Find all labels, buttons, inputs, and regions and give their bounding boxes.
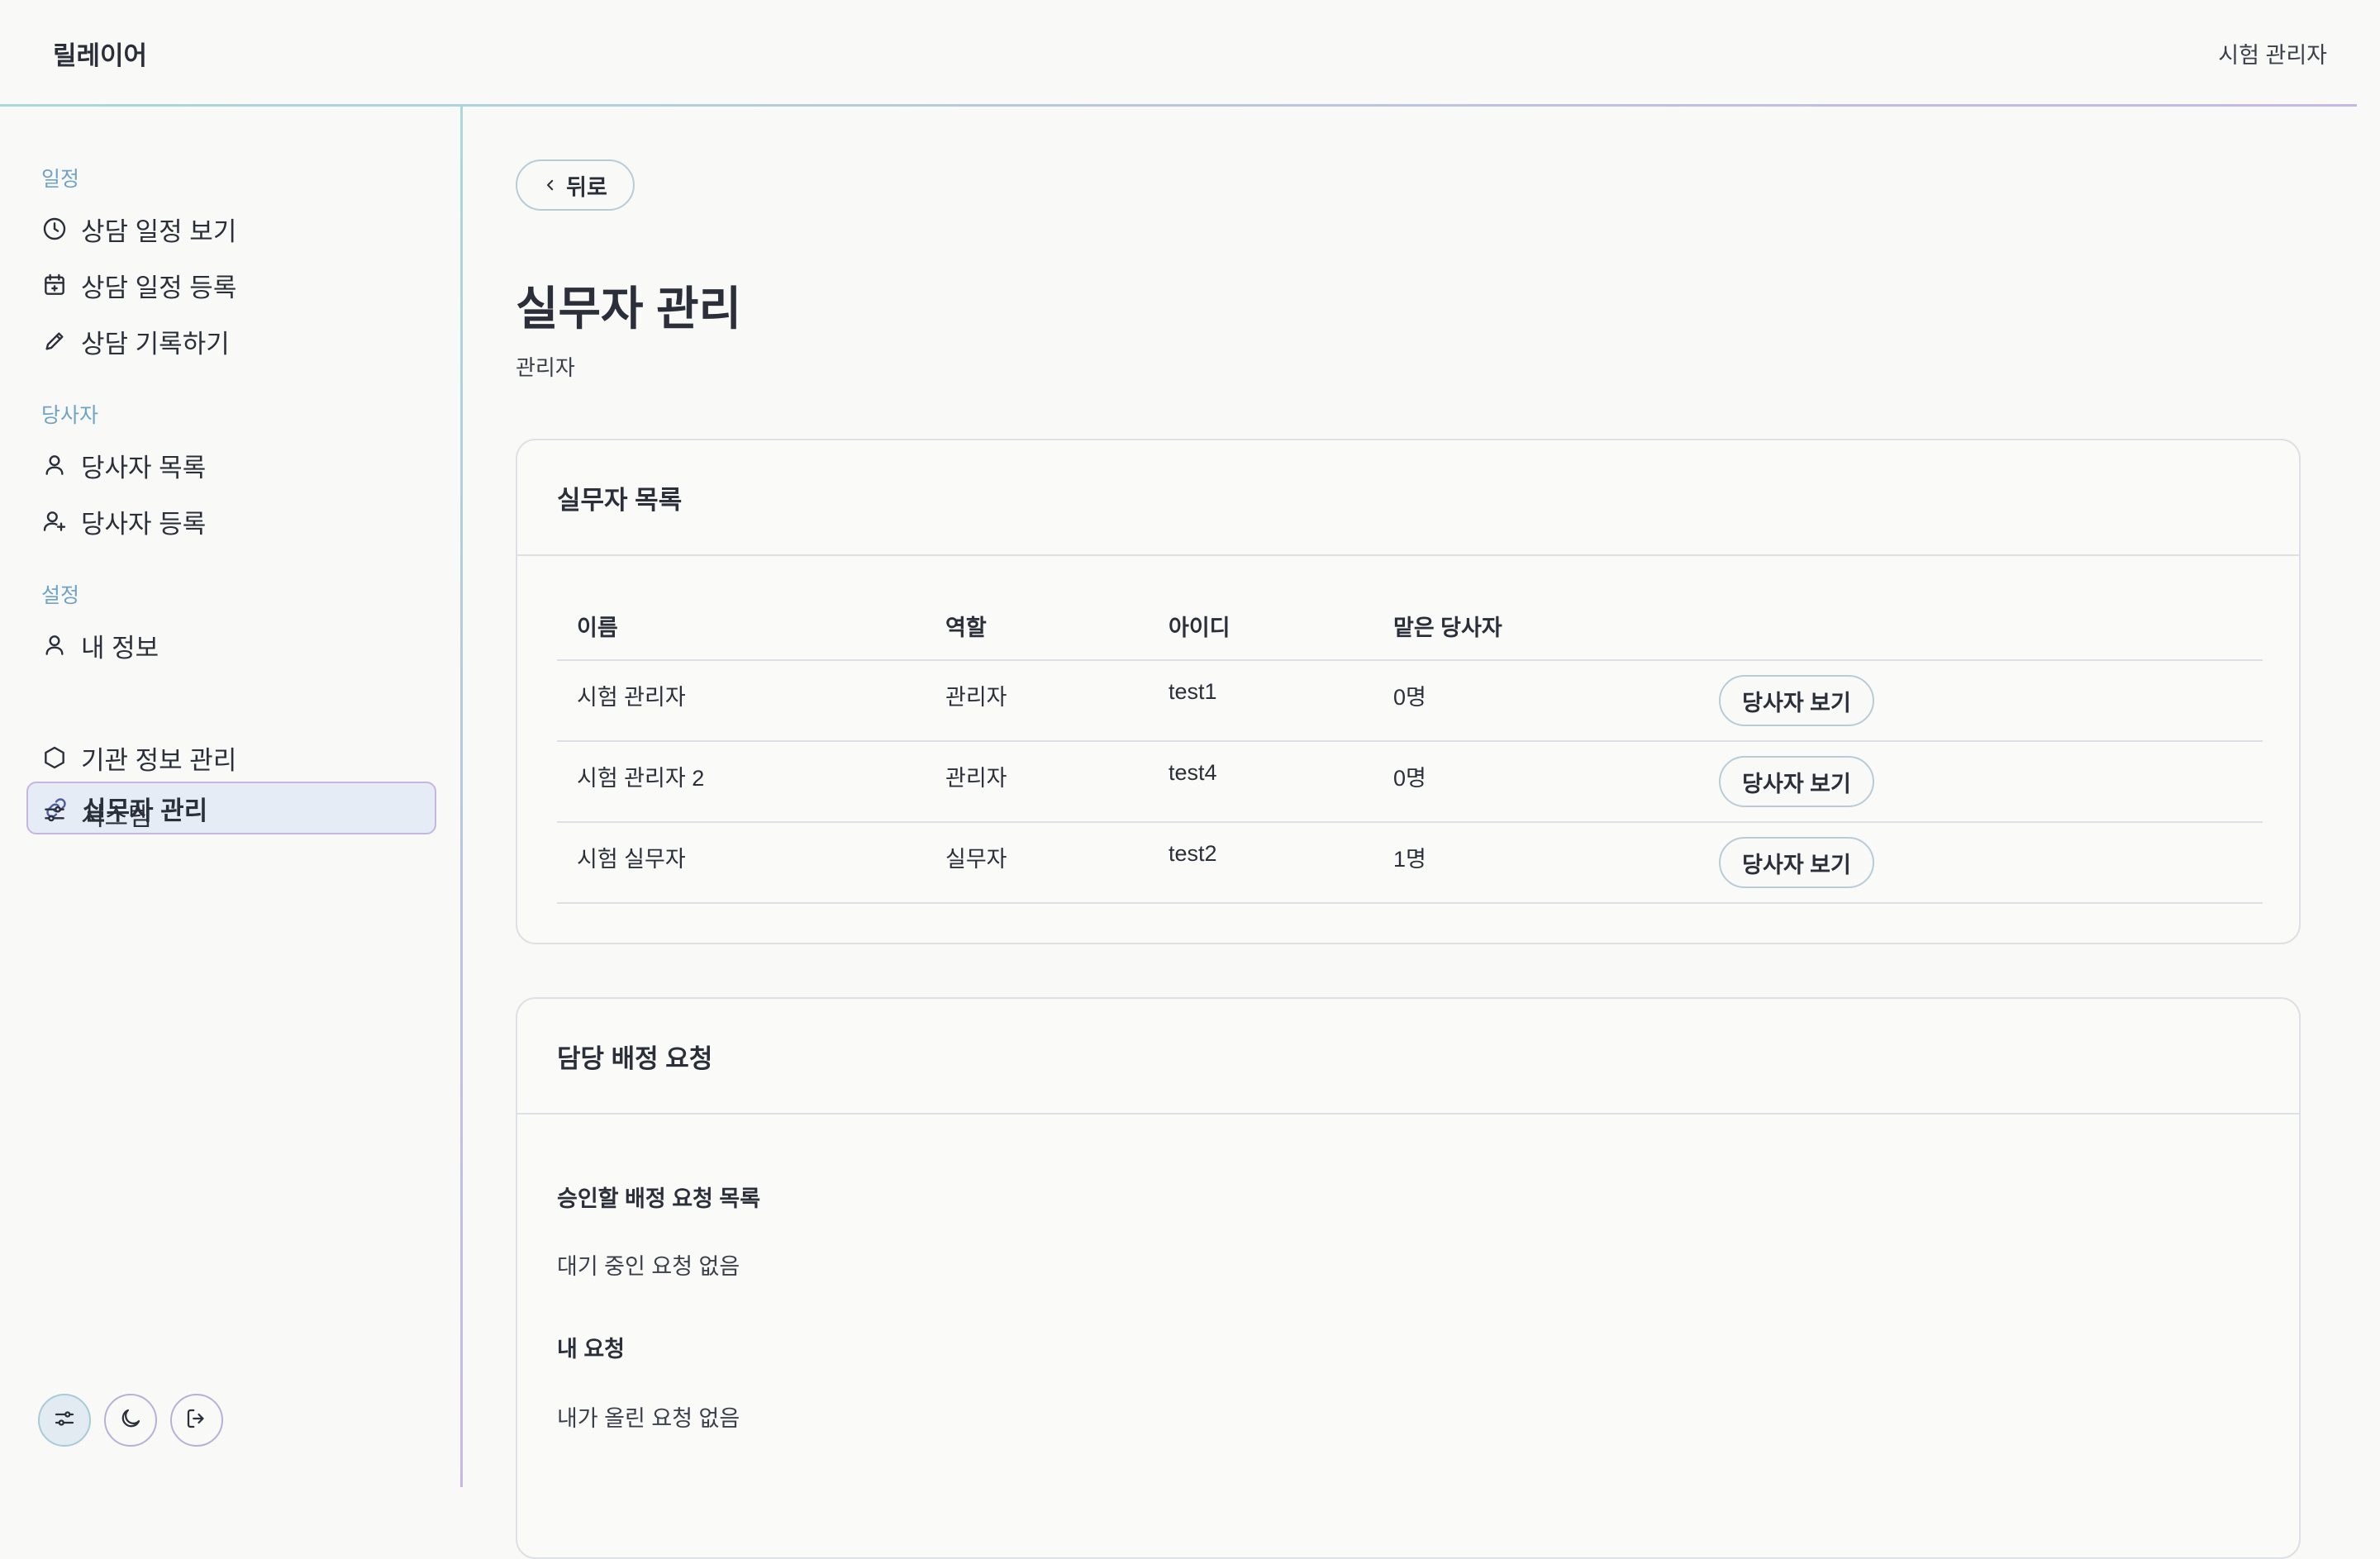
sidebar-section-title-clients: 당사자 xyxy=(41,404,99,427)
cell-name: 시험 관리자 2 xyxy=(557,741,926,823)
column-header-id: 아이디 xyxy=(1149,592,1373,661)
sidebar-item-view-schedule[interactable]: 상담 일정 보기 xyxy=(26,202,436,255)
cell-clients: 0명 xyxy=(1373,741,1699,823)
hexagon-icon xyxy=(41,744,68,771)
dark-mode-button[interactable] xyxy=(104,1394,157,1447)
clock-icon xyxy=(41,216,68,242)
card-title: 담당 배정 요청 xyxy=(517,999,2299,1115)
sidebar-item-write-record[interactable]: 상담 기록하기 xyxy=(26,315,436,368)
cell-action: 당사자 보기 xyxy=(1699,741,2263,823)
logout-button[interactable] xyxy=(170,1394,223,1447)
cell-role: 실무자 xyxy=(926,822,1149,904)
sidebar-item-org-info[interactable]: 기관 정보 관리 xyxy=(26,731,436,784)
sidebar-item-label: 당사자 목록 xyxy=(81,453,207,482)
table-row: 시험 관리자 관리자 test1 0명 당사자 보기 xyxy=(557,660,2263,742)
user-plus-icon xyxy=(41,508,68,535)
cell-clients: 1명 xyxy=(1373,822,1699,904)
view-clients-button[interactable]: 당사자 보기 xyxy=(1719,837,1874,888)
column-header-clients: 맡은 당사자 xyxy=(1373,592,1699,661)
sidebar-item-label: 내 정보 xyxy=(81,633,159,663)
cell-name: 시험 실무자 xyxy=(557,822,926,904)
pencil-icon xyxy=(41,328,68,354)
logout-icon xyxy=(184,1406,209,1435)
cell-id: test1 xyxy=(1149,660,1373,742)
column-header-actions xyxy=(1699,592,2263,661)
cell-clients: 0명 xyxy=(1373,660,1699,742)
sidebar-item-client-register[interactable]: 당사자 등록 xyxy=(26,495,436,548)
sidebar-item-add-schedule[interactable]: 상담 일정 등록 xyxy=(26,259,436,311)
moon-icon xyxy=(118,1406,143,1435)
cell-name: 시험 관리자 xyxy=(557,660,926,742)
my-requests-empty: 내가 올린 요청 없음 xyxy=(557,1406,740,1431)
sidebar-item-label: 상담 일정 등록 xyxy=(81,273,237,302)
sidebar-item-label: 상담 기록하기 xyxy=(81,329,230,359)
user-icon xyxy=(41,452,68,478)
sliders-icon xyxy=(52,1406,77,1435)
calendar-add-icon xyxy=(41,272,68,298)
staff-list-card: 실무자 목록 이름 역할 아이디 맡은 당사자 시험 관리자 관리자 test1 xyxy=(516,439,2301,944)
approve-requests-heading: 승인할 배정 요청 목록 xyxy=(557,1186,761,1211)
sidebar-item-my-info[interactable]: 내 정보 xyxy=(26,619,436,672)
brand-logo[interactable]: 릴레이어 xyxy=(53,35,147,72)
settings-toggle-button[interactable] xyxy=(38,1394,91,1447)
view-clients-button[interactable]: 당사자 보기 xyxy=(1719,756,1874,807)
table-row: 시험 실무자 실무자 test2 1명 당사자 보기 xyxy=(557,822,2263,904)
page-title: 실무자 관리 xyxy=(516,283,742,335)
current-user-name[interactable]: 시험 관리자 xyxy=(2218,37,2327,69)
cell-role: 관리자 xyxy=(926,741,1149,823)
back-button[interactable]: 뒤로 xyxy=(516,159,635,211)
cell-role: 관리자 xyxy=(926,660,1149,742)
approve-requests-empty: 대기 중인 요청 없음 xyxy=(557,1254,740,1279)
sidebar-item-label: 시스템 xyxy=(81,801,152,831)
cell-action: 당사자 보기 xyxy=(1699,822,2263,904)
cell-id: test4 xyxy=(1149,741,1373,823)
sidebar-item-label: 기관 정보 관리 xyxy=(81,745,237,775)
sliders-icon xyxy=(41,801,68,827)
assignment-request-card: 담당 배정 요청 승인할 배정 요청 목록 대기 중인 요청 없음 내 요청 내… xyxy=(516,997,2301,1559)
column-header-role: 역할 xyxy=(926,592,1149,661)
sidebar-item-client-list[interactable]: 당사자 목록 xyxy=(26,439,436,492)
table-header-row: 이름 역할 아이디 맡은 당사자 xyxy=(557,592,2263,661)
table-row: 시험 관리자 2 관리자 test4 0명 당사자 보기 xyxy=(557,741,2263,823)
staff-table: 이름 역할 아이디 맡은 당사자 시험 관리자 관리자 test1 0명 당사자… xyxy=(557,592,2263,904)
card-title: 실무자 목록 xyxy=(517,440,2299,556)
sidebar-item-system[interactable]: 시스템 xyxy=(26,787,436,840)
sidebar-item-label: 당사자 등록 xyxy=(81,509,207,539)
sidebar-section-title-settings: 설정 xyxy=(41,584,80,607)
sidebar-footer xyxy=(38,1394,223,1447)
page-subtitle: 관리자 xyxy=(516,355,575,380)
column-header-name: 이름 xyxy=(557,592,926,661)
cell-id: test2 xyxy=(1149,822,1373,904)
user-icon xyxy=(41,632,68,658)
chevron-left-icon xyxy=(543,173,558,198)
cell-action: 당사자 보기 xyxy=(1699,660,2263,742)
sidebar: 일정 상담 일정 보기 상담 일정 등록 상담 기록하기 당사자 당사자 목록 … xyxy=(0,107,461,1487)
view-clients-button[interactable]: 당사자 보기 xyxy=(1719,675,1874,726)
top-header: 릴레이어 시험 관리자 xyxy=(0,0,2380,106)
sidebar-section-title-schedule: 일정 xyxy=(41,168,80,191)
my-requests-heading: 내 요청 xyxy=(557,1337,626,1362)
main-content: 뒤로 실무자 관리 관리자 실무자 목록 이름 역할 아이디 맡은 당사자 시험… xyxy=(463,107,2380,1559)
back-button-label: 뒤로 xyxy=(566,174,607,200)
sidebar-item-label: 상담 일정 보기 xyxy=(81,216,237,246)
